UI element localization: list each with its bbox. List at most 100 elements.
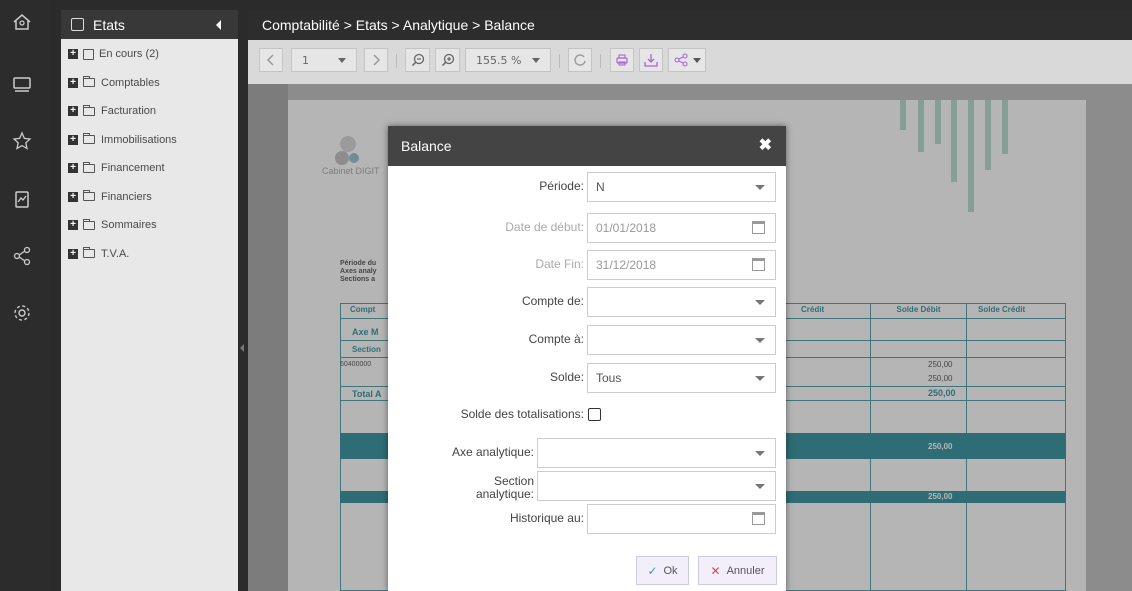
date-debut-value: 01/01/2018 — [596, 221, 657, 235]
section-analytique-select[interactable] — [537, 471, 776, 501]
viewer-toolbar: 1 155.5 % — [248, 40, 1132, 84]
app-icon-bar — [0, 0, 50, 591]
settings-icon[interactable] — [11, 303, 33, 325]
tree-item-label: Financement — [101, 162, 165, 175]
date-fin-input[interactable]: 31/12/2018 — [587, 250, 776, 280]
report-icon — [83, 48, 94, 60]
expand-icon[interactable]: + — [68, 77, 78, 88]
date-debut-input[interactable]: 01/01/2018 — [587, 213, 776, 243]
toolbar-divider — [559, 54, 560, 68]
solde-label: Solde: — [549, 370, 584, 384]
periode-select[interactable]: N — [587, 172, 776, 202]
print-button[interactable] — [610, 48, 634, 72]
cross-icon: ✕ — [710, 563, 721, 578]
panel-splitter-handle[interactable] — [240, 344, 244, 352]
star-icon[interactable] — [11, 131, 33, 153]
section-analytique-label-line: analytique: — [475, 487, 534, 501]
tree-item-label: Comptables — [101, 76, 160, 89]
compte-de-label: Compte de: — [521, 294, 584, 308]
date-fin-value: 31/12/2018 — [596, 258, 657, 272]
check-icon: ✓ — [647, 563, 658, 578]
dialog-header: Balance ✖ — [388, 126, 786, 166]
expand-icon[interactable]: + — [68, 163, 78, 174]
section-analytique-label: Section analytique: — [408, 475, 534, 501]
next-page-button[interactable] — [364, 48, 388, 72]
chevron-down-icon — [755, 300, 765, 305]
toolbar-divider — [396, 54, 397, 68]
balance-dialog: Balance ✖ Période: N Date de début: 01/0… — [388, 126, 786, 591]
tree-item-en-cours[interactable]: + En cours (2) — [61, 40, 238, 69]
compte-de-select[interactable] — [587, 287, 776, 317]
viewer-gutter — [248, 84, 288, 591]
toolbar-divider — [600, 54, 601, 68]
page-number-select[interactable]: 1 — [291, 48, 357, 72]
zoom-level-value: 155.5 % — [476, 53, 522, 67]
expand-icon[interactable]: + — [68, 49, 78, 60]
chevron-down-icon — [755, 338, 765, 343]
expand-icon[interactable]: + — [68, 248, 78, 259]
folder-icon — [83, 104, 95, 116]
periode-value: N — [596, 180, 605, 194]
collapse-panel-icon[interactable] — [216, 20, 221, 30]
page-number-value: 1 — [302, 53, 309, 67]
refresh-button[interactable] — [568, 48, 592, 72]
zoom-level-select[interactable]: 155.5 % — [465, 48, 551, 72]
report-icon[interactable] — [11, 189, 33, 211]
cancel-button[interactable]: ✕ Annuler — [698, 556, 777, 585]
cancel-label: Annuler — [726, 564, 765, 577]
tree-item-label: Facturation — [101, 105, 157, 118]
tree-item-label: Financiers — [101, 190, 152, 203]
ok-button[interactable]: ✓ Ok — [636, 556, 689, 585]
tree-item-sommaires[interactable]: + Sommaires — [61, 211, 238, 240]
tree-item-tva[interactable]: + T.V.A. — [61, 240, 238, 269]
tree-item-immobilisations[interactable]: + Immobilisations — [61, 126, 238, 155]
ok-label: Ok — [663, 564, 678, 577]
tree-item-facturation[interactable]: + Facturation — [61, 97, 238, 126]
tree-item-label: Immobilisations — [101, 133, 177, 146]
solde-value: Tous — [596, 371, 622, 385]
axe-analytique-select[interactable] — [537, 438, 776, 468]
tree-item-comptables[interactable]: + Comptables — [61, 69, 238, 98]
folder-icon — [83, 161, 95, 173]
calendar-icon[interactable] — [752, 258, 765, 271]
expand-icon[interactable]: + — [68, 191, 78, 202]
periode-label: Période: — [539, 179, 584, 193]
chevron-down-icon — [755, 484, 765, 489]
solde-totalisations-checkbox[interactable] — [588, 408, 601, 421]
zoom-out-button[interactable] — [405, 48, 430, 72]
compte-a-select[interactable] — [587, 325, 776, 355]
chevron-down-icon — [755, 376, 765, 381]
tree-item-financiers[interactable]: + Financiers — [61, 183, 238, 212]
monitor-icon[interactable] — [11, 74, 33, 96]
chevron-down-icon — [338, 58, 346, 63]
calendar-icon[interactable] — [752, 221, 765, 234]
chevron-down-icon — [755, 185, 765, 190]
expand-icon[interactable]: + — [68, 134, 78, 145]
previous-page-button[interactable] — [259, 48, 283, 72]
download-button[interactable] — [639, 48, 663, 72]
historique-label: Historique au: — [509, 511, 584, 525]
tree-item-label: En cours (2) — [99, 48, 159, 61]
reports-tree-panel: Etats + En cours (2) + Comptables + Fact… — [61, 10, 238, 591]
share-menu-button[interactable] — [668, 48, 706, 72]
solde-select[interactable]: Tous — [587, 363, 776, 393]
tree-title: Etats — [93, 16, 125, 33]
home-icon[interactable] — [11, 12, 33, 34]
chevron-down-icon — [692, 57, 701, 63]
expand-icon[interactable]: + — [68, 220, 78, 231]
folder-icon — [83, 133, 95, 145]
tree-item-financement[interactable]: + Financement — [61, 154, 238, 183]
zoom-in-button[interactable] — [435, 48, 460, 72]
share-icon[interactable] — [11, 246, 33, 268]
historique-input[interactable] — [587, 504, 776, 534]
folder-icon — [83, 76, 95, 88]
calendar-icon[interactable] — [752, 512, 765, 525]
tree-item-label: T.V.A. — [101, 247, 130, 260]
date-debut-label: Date de début: — [505, 220, 584, 234]
compte-a-label: Compte à: — [528, 332, 584, 346]
close-icon[interactable]: ✖ — [759, 126, 772, 166]
folder-icon — [83, 190, 95, 202]
tree-header: Etats — [61, 10, 238, 39]
tree-item-label: Sommaires — [101, 219, 157, 232]
expand-icon[interactable]: + — [68, 106, 78, 117]
